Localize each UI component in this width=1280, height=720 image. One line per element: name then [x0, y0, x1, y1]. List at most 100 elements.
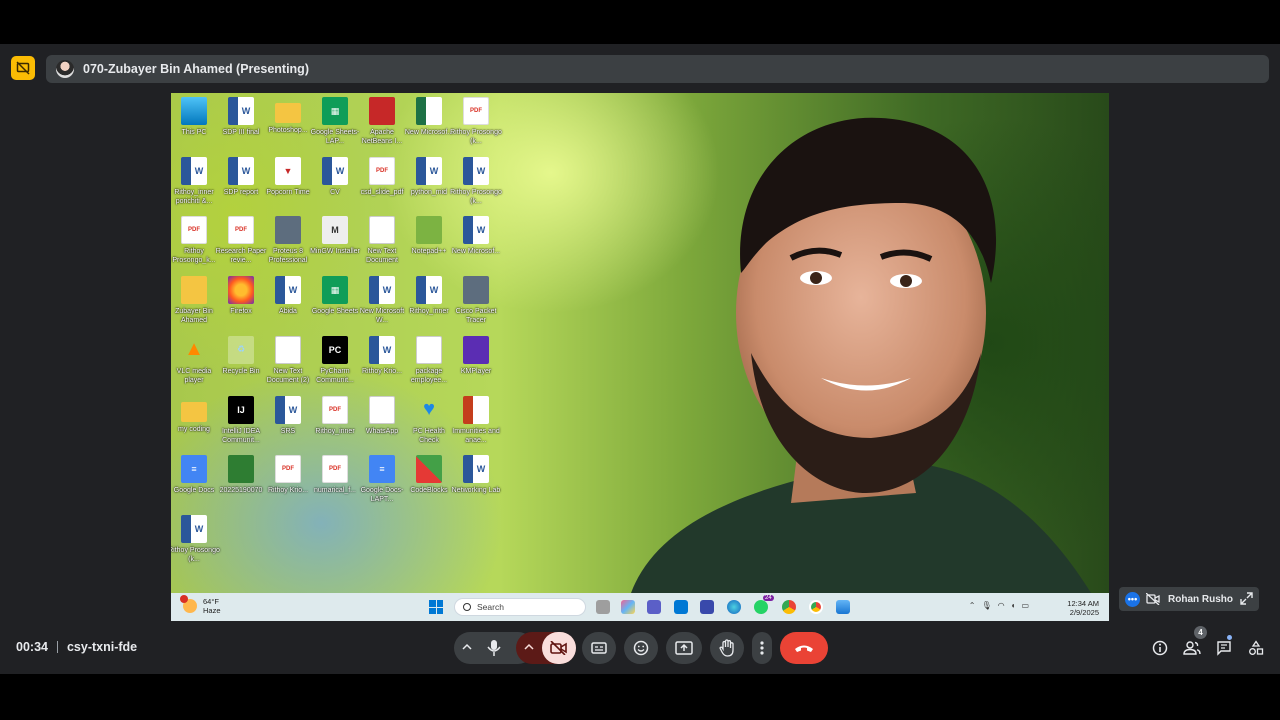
copilot-icon[interactable] [621, 600, 635, 614]
desktop-icon[interactable]: PDF Rithoy Prosongo_k... [171, 216, 217, 265]
desktop-icon[interactable]: W Rithoy Prosongo (k... [171, 514, 220, 564]
chevron-up-icon[interactable]: ⌃ [969, 601, 976, 610]
desktop-icon[interactable]: PDF numarical_f... [312, 455, 358, 495]
visual-studio-icon[interactable] [700, 600, 714, 614]
outlook-icon[interactable] [674, 600, 688, 614]
raise-hand-button[interactable] [710, 632, 744, 664]
desktop-icon[interactable]: New Text Document [359, 216, 405, 265]
desktop-icon[interactable]: W Rithoy_inner [406, 276, 452, 316]
desktop-icon[interactable]: Notepad++ [406, 216, 452, 256]
expand-icon[interactable] [1240, 592, 1253, 605]
desktop-icon[interactable]: ♻ Recycle Bin [218, 335, 264, 376]
desktop-icon[interactable]: Proteus 8 Professional [265, 216, 311, 265]
desktop-icon[interactable]: PDF Rithoy_inner [312, 395, 358, 436]
desktop-icon[interactable]: M MinGW Installer [310, 216, 360, 256]
desktop-icon[interactable]: my coding [171, 396, 217, 434]
desktop-icon[interactable]: ▼ Popcorn Time [265, 156, 311, 197]
windows-start-icon[interactable] [429, 600, 443, 614]
desktop-icon[interactable]: W SRS [265, 395, 311, 436]
captions-button[interactable] [582, 632, 616, 664]
desktop-icon[interactable]: Photoshop... [265, 97, 311, 135]
desktop-icon[interactable]: Cisco Packet Tracer [453, 276, 499, 325]
desktop-icon[interactable]: W Rithoy_inner porichiti &... [171, 156, 217, 206]
desktop-icon[interactable]: This PC [171, 97, 217, 137]
desktop-icon[interactable]: PDF csd_slide_pdf [359, 156, 405, 197]
desktop-icon-label: This PC [181, 129, 207, 136]
word-icon: W [369, 276, 395, 305]
taskbar-search[interactable]: Search [454, 598, 586, 616]
desktop-icon[interactable]: Wpython_mid [406, 156, 452, 197]
desktop-icon[interactable]: ♥ PC Health Check [406, 396, 452, 445]
desktop-icon[interactable]: W Rithoy Krio... [359, 335, 405, 376]
chevron-up-icon [462, 643, 472, 650]
desktop-icon[interactable]: ≡ Google Docs-LAPT... [359, 455, 405, 504]
desktop-icon[interactable]: package employee... [406, 335, 452, 385]
desktop-icon[interactable]: W SDP report [218, 156, 264, 197]
desktop-icon[interactable]: W New Microsoft W... [359, 276, 405, 325]
chat-button[interactable] [1215, 639, 1233, 657]
desktop-icon[interactable]: KMPlayer [453, 335, 499, 376]
desktop-icon-label: Cisco Packet Tracer [455, 308, 497, 325]
photos-icon[interactable] [836, 600, 850, 614]
microphone-button[interactable] [486, 639, 502, 657]
camera-toggle-button[interactable] [542, 632, 576, 664]
desktop-icon-label: 20225190070 [219, 487, 263, 495]
whatsapp-taskbar-icon[interactable] [754, 600, 768, 614]
pc-icon [181, 97, 207, 125]
desktop-icon[interactable]: X New Microsof... [405, 97, 453, 137]
desktop-icon-label: Rithoy_inner [409, 308, 449, 316]
more-options-icon[interactable]: ••• [1125, 591, 1140, 607]
desktop-icon[interactable]: ▦ Google Sheets-LAP... [311, 97, 359, 146]
battery-icon[interactable]: ▭ [1021, 601, 1029, 610]
desktop-icon[interactable]: ≡ Google Docs [171, 455, 217, 495]
taskbar-date: 2/9/2025 [1069, 608, 1099, 617]
leave-call-button[interactable] [780, 632, 828, 664]
desktop-icon[interactable]: Firefox [218, 276, 264, 316]
ppt-icon: P [463, 395, 489, 424]
desktop-icon-label: PC Health Check [413, 427, 445, 444]
desktop-icon[interactable]: PC PyCharm Communit... [312, 335, 358, 385]
desktop-icon[interactable]: PDF Research Paper revie... [216, 216, 266, 265]
desktop-icon[interactable]: New Text Document (2) [265, 335, 311, 385]
desktop-icon[interactable]: PDF Rithoy Krio... [265, 455, 311, 495]
desktop-icon[interactable]: ▲ VLC media player [171, 336, 217, 385]
meeting-details-button[interactable] [1151, 639, 1169, 657]
audio-options-button[interactable] [460, 640, 474, 654]
weather-widget[interactable]: 64°F Haze [180, 595, 221, 615]
desktop-icon-label: Rithoy Prosongo (k... [450, 129, 502, 145]
chrome-profile-icon[interactable] [809, 600, 823, 614]
teams-icon[interactable] [647, 600, 661, 614]
microphone-tray-icon[interactable]: 🎙 [981, 601, 991, 610]
desktop-icon[interactable]: IJ IntelliJ IDEA Communit... [218, 395, 264, 445]
desktop-icon[interactable]: Apache NetBeans I... [359, 97, 405, 146]
desktop-icon[interactable]: CodeBlocks [406, 455, 452, 495]
desktop-icon[interactable]: 20225190070 [218, 455, 264, 495]
reactions-button[interactable] [624, 632, 658, 664]
desktop-icon[interactable]: W CV [312, 156, 358, 197]
chrome-icon[interactable] [782, 600, 796, 614]
desktop-icon[interactable]: W Rithoy Prosongo (k... [450, 156, 502, 206]
wifi-icon[interactable]: ◠ [998, 601, 1005, 610]
stop-presenting-button[interactable] [11, 56, 35, 80]
desktop-icon[interactable]: W New Microsof... [452, 216, 500, 256]
desktop-icon[interactable]: Zubayer Bin Ahamed [171, 276, 217, 325]
more-options-button[interactable] [752, 632, 772, 664]
desktop-icon[interactable]: ▦ Google Sheets [312, 276, 358, 316]
desktop-icon[interactable]: W SDP III final [218, 97, 264, 137]
desktop-icon[interactable]: P Immunities and anae... [452, 395, 500, 445]
desktop-icon[interactable]: PDF Rithoy Prosongo (k... [450, 97, 502, 146]
people-button[interactable] [1183, 639, 1201, 657]
desktop-icon[interactable]: W Networking Lab [452, 455, 500, 495]
task-view-icon[interactable] [596, 600, 610, 614]
volume-icon[interactable]: ◖ [1011, 601, 1016, 610]
present-screen-button[interactable] [666, 632, 702, 664]
activities-button[interactable] [1247, 639, 1265, 657]
taskbar-clock[interactable]: 12:34 AM 2/9/2025 [1067, 599, 1099, 617]
pdf-icon: PDF [463, 97, 489, 125]
participant-tile[interactable]: ••• Rohan Rusho [1119, 587, 1259, 611]
desktop-icon[interactable]: W Abida [265, 276, 311, 316]
desktop-icon[interactable]: WhatsApp [359, 395, 405, 436]
video-options-button[interactable] [522, 640, 536, 654]
edge-icon[interactable] [727, 600, 741, 614]
desktop-icon-label: SDP report [223, 188, 259, 196]
